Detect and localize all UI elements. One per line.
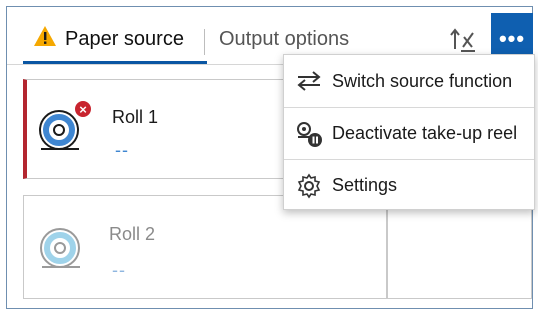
- roll-value: --: [115, 140, 129, 160]
- menu-item-label: Deactivate take-up reel: [332, 123, 518, 143]
- sort-filter-icon[interactable]: [447, 27, 477, 55]
- menu-item-switch-source-function[interactable]: Switch source function: [284, 55, 534, 107]
- menu-item-label: Settings: [332, 175, 398, 195]
- menu-item-settings[interactable]: Settings: [284, 159, 534, 211]
- warning-icon: [33, 25, 57, 53]
- menu-item-label: Switch source function: [332, 70, 513, 91]
- take-up-reel-pause-icon: [294, 121, 324, 147]
- roll-value: --: [112, 260, 126, 280]
- tab-output-options-label: Output options: [219, 27, 350, 50]
- tab-output-options[interactable]: Output options: [219, 21, 349, 57]
- tab-paper-source[interactable]: Paper source: [33, 21, 184, 57]
- roll-1-card[interactable]: × Roll 1 --: [23, 79, 313, 179]
- tab-paper-source-label: Paper source: [65, 27, 184, 50]
- roll-name: Roll 2: [109, 224, 156, 244]
- gear-icon: [294, 173, 324, 199]
- roll-name: Roll 1: [112, 107, 159, 127]
- tab-divider: [204, 29, 205, 55]
- switch-arrows-icon: [294, 68, 324, 94]
- error-icon: ×: [74, 100, 92, 118]
- active-tab-indicator: [23, 61, 207, 64]
- more-options-menu: Switch source function Deactivate take-u…: [283, 54, 535, 210]
- more-options-icon: •••: [498, 26, 526, 51]
- menu-item-deactivate-take-up-reel[interactable]: Deactivate take-up reel: [284, 107, 534, 159]
- roll-icon: [38, 226, 84, 272]
